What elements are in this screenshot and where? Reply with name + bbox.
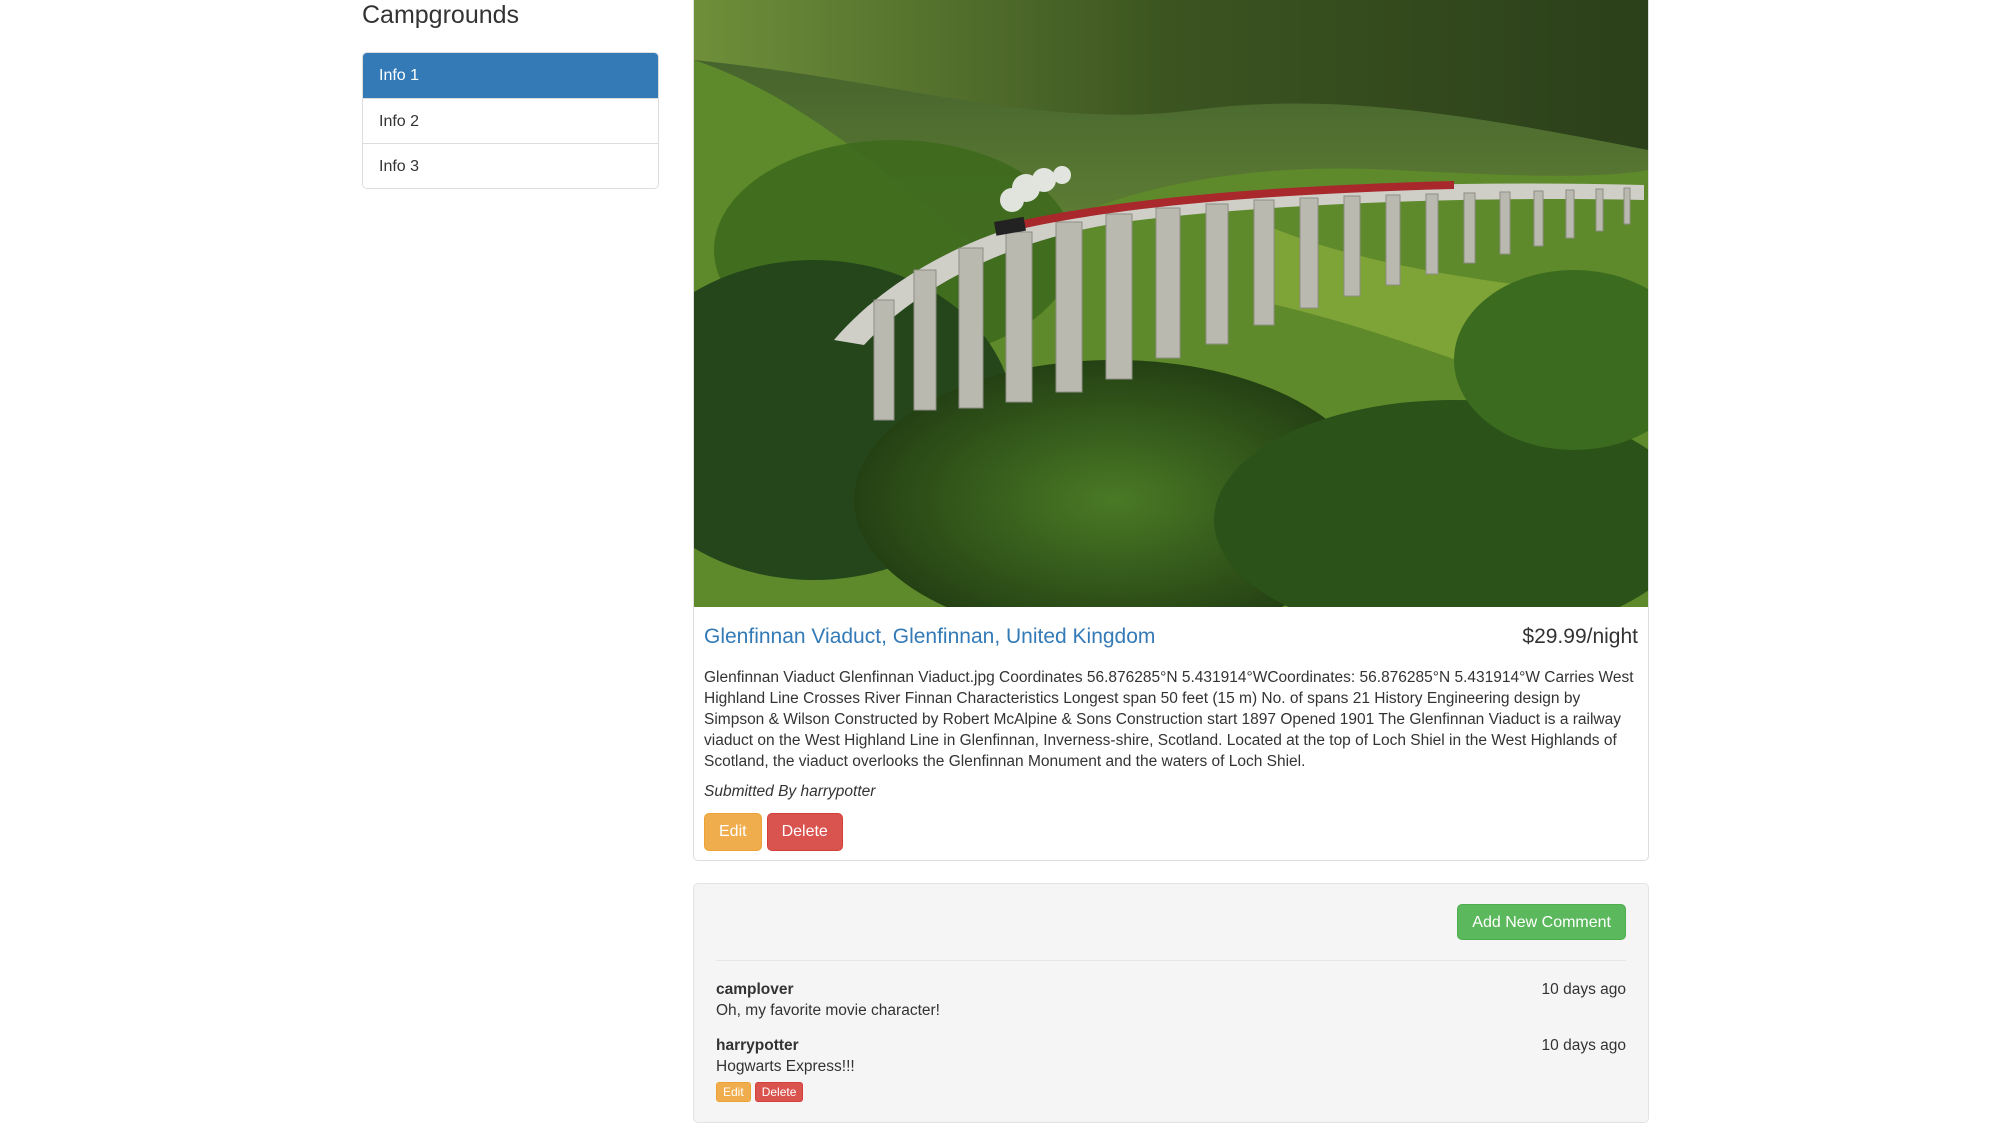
comment-date: 10 days ago: [1541, 1037, 1626, 1054]
comment-author: harrypotter: [716, 1037, 799, 1054]
comments-divider: [716, 960, 1626, 961]
comment-date: 10 days ago: [1541, 981, 1626, 998]
sidebar-heading: Campgrounds: [362, 1, 520, 29]
comments-section: Add New Comment camplover 10 days ago Oh…: [693, 883, 1649, 1123]
comment-author: camplover: [716, 981, 794, 998]
campground-card: Glenfinnan Viaduct, Glenfinnan, United K…: [693, 0, 1649, 861]
comment-text: Hogwarts Express!!!: [716, 1058, 855, 1075]
submitted-by: Submitted By harrypotter: [704, 783, 876, 800]
sidebar-item-info-1[interactable]: Info 1: [363, 53, 658, 98]
sidebar-item-info-3[interactable]: Info 3: [363, 143, 658, 188]
title-row: Glenfinnan Viaduct, Glenfinnan, United K…: [704, 625, 1638, 657]
viaduct-image: [694, 0, 1648, 607]
campground-price: $29.99/night: [1522, 625, 1638, 648]
delete-comment-button[interactable]: Delete: [754, 1082, 804, 1102]
comment-item: camplover 10 days ago Oh, my favorite mo…: [716, 979, 1626, 1021]
add-comment-button[interactable]: Add New Comment: [1457, 904, 1626, 940]
campground-title-link[interactable]: Glenfinnan Viaduct, Glenfinnan, United K…: [704, 625, 1155, 649]
info-list: Info 1 Info 2 Info 3: [362, 52, 659, 189]
delete-campground-button[interactable]: Delete: [766, 813, 843, 851]
sidebar-item-info-2[interactable]: Info 2: [363, 98, 658, 143]
edit-comment-button[interactable]: Edit: [716, 1082, 751, 1102]
campground-description: Glenfinnan Viaduct Glenfinnan Viaduct.jp…: [704, 669, 1634, 770]
campground-photo: [694, 0, 1648, 607]
edit-campground-button[interactable]: Edit: [704, 813, 762, 851]
comments-header: Add New Comment: [716, 904, 1626, 940]
comment-actions: Edit Delete: [716, 1082, 1626, 1102]
sidebar: Campgrounds Info 1 Info 2 Info 3: [362, 0, 659, 189]
campground-caption: Glenfinnan Viaduct, Glenfinnan, United K…: [694, 607, 1648, 851]
comment-item: harrypotter 10 days ago Hogwarts Express…: [716, 1035, 1626, 1102]
campground-actions: Edit Delete: [704, 813, 1638, 851]
comment-text: Oh, my favorite movie character!: [716, 1002, 940, 1019]
